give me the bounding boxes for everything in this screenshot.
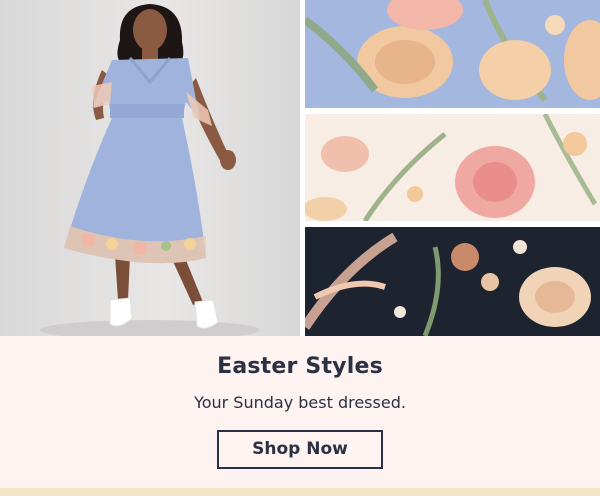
floral-pattern-navy bbox=[305, 227, 600, 336]
promo-content: Easter Styles Your Sunday best dressed. … bbox=[0, 336, 600, 488]
floral-pattern-cream bbox=[305, 114, 600, 221]
floral-pattern-blue bbox=[305, 0, 600, 108]
fabric-swatch-cream-floral[interactable] bbox=[305, 114, 600, 221]
model-photo[interactable] bbox=[0, 0, 300, 336]
fabric-swatch-blue-floral[interactable] bbox=[305, 0, 600, 108]
product-collage bbox=[0, 0, 600, 336]
shop-now-button[interactable]: Shop Now bbox=[217, 430, 383, 469]
model-illustration bbox=[40, 4, 260, 336]
promo-subheadline: Your Sunday best dressed. bbox=[194, 393, 406, 412]
fabric-swatch-navy-floral[interactable] bbox=[305, 227, 600, 336]
bottom-divider-bar bbox=[0, 488, 600, 496]
promo-headline: Easter Styles bbox=[217, 354, 383, 379]
